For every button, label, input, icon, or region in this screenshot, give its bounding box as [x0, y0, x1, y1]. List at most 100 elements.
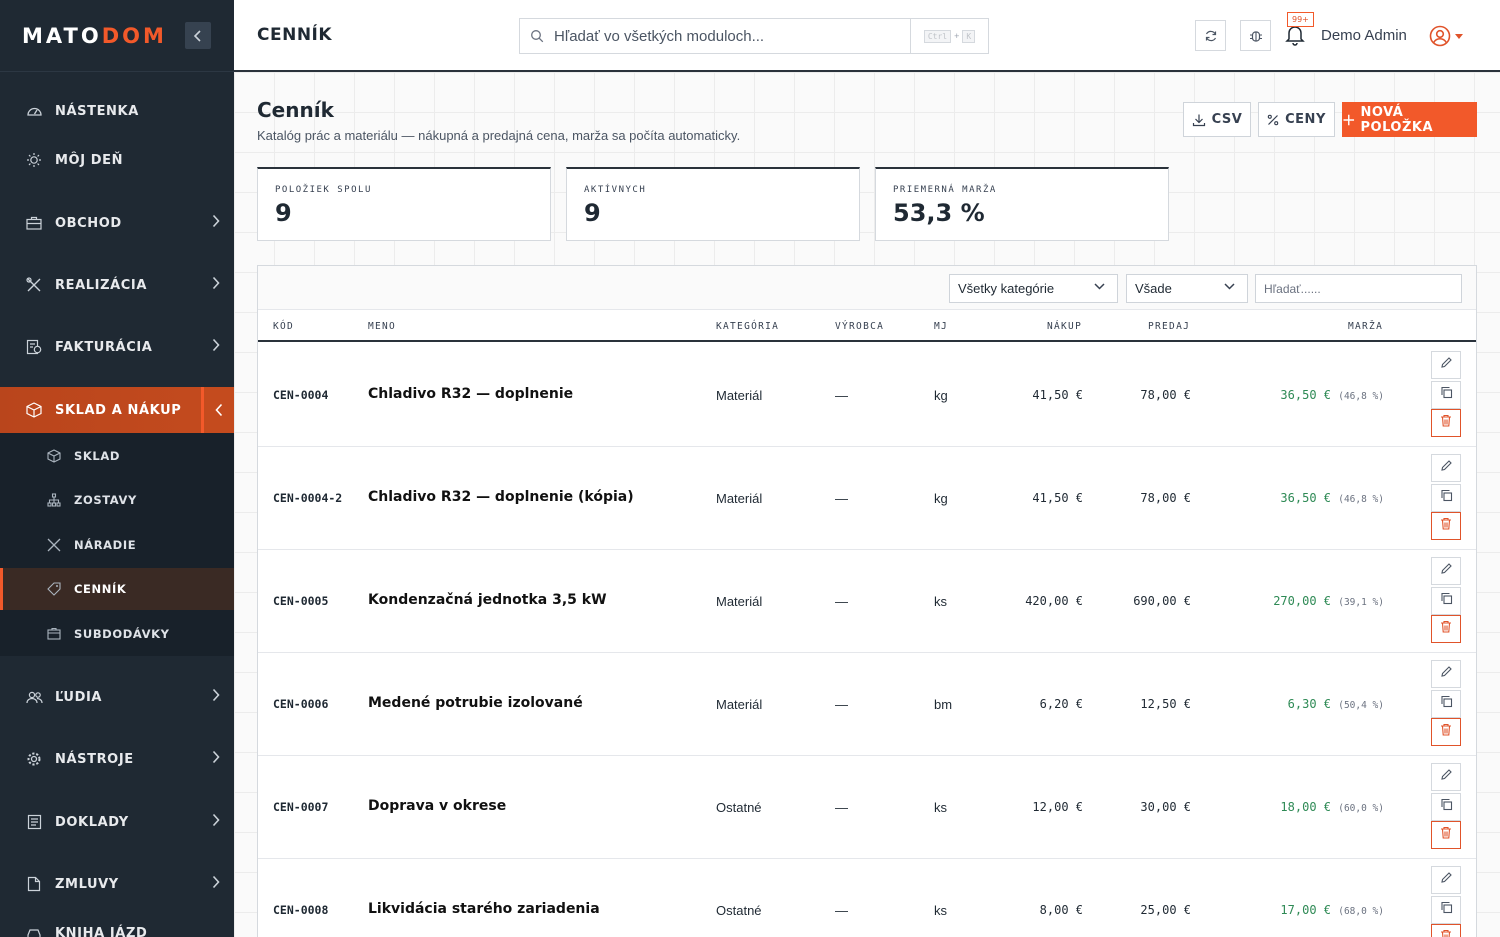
cell-name[interactable]: Kondenzačná jednotka 3,5 kW	[368, 592, 607, 608]
main-content: Cenník Katalóg prác a materiálu — nákupn…	[234, 72, 1500, 937]
sidebar-item-doklady[interactable]: Doklady	[0, 799, 234, 845]
delete-button[interactable]	[1431, 821, 1461, 849]
stat-card-avg-margin: Priemerná marža 53,3 %	[875, 167, 1169, 241]
cell-name[interactable]: Chladivo R32 — doplnenie (kópia)	[368, 489, 634, 505]
column-header-maker[interactable]: Výrobca	[835, 321, 884, 332]
notifications-button[interactable]	[1285, 24, 1305, 51]
delete-button[interactable]	[1431, 512, 1461, 540]
sidebar-item-label: Ľudia	[55, 689, 103, 705]
people-icon	[25, 688, 43, 706]
cell-unit: ks	[934, 903, 947, 918]
chevron-right-icon	[212, 338, 220, 352]
column-header-sell[interactable]: Predaj	[1148, 321, 1190, 332]
table-row[interactable]: CEN-0006 Medené potrubie izolované Materiá…	[258, 653, 1476, 756]
user-menu-button[interactable]	[1429, 25, 1463, 47]
delete-button[interactable]	[1431, 718, 1461, 746]
chevron-down-icon	[1094, 283, 1105, 290]
duplicate-button[interactable]	[1431, 793, 1461, 821]
column-header-code[interactable]: Kód	[273, 321, 294, 332]
margin-percent: (60,0 %)	[1338, 803, 1384, 814]
sidebar-item-sklad-a-nakup[interactable]: Sklad a nákup	[0, 387, 234, 433]
new-item-button[interactable]: Nová položka	[1342, 102, 1477, 137]
duplicate-button[interactable]	[1431, 484, 1461, 512]
user-name[interactable]: Demo Admin	[1321, 27, 1407, 44]
bug-report-button[interactable]	[1240, 20, 1271, 51]
table-row[interactable]: CEN-0007 Doprava v okrese Ostatné — ks 12,00 …	[258, 756, 1476, 859]
cell-buy: 8,00 €	[1039, 903, 1083, 917]
sidebar-item-realizacia[interactable]: Realizácia	[0, 262, 234, 308]
cell-maker: —	[835, 388, 848, 403]
margin-percent: (46,8 %)	[1338, 494, 1384, 505]
cell-name[interactable]: Chladivo R32 — doplnenie	[368, 386, 573, 402]
sidebar-item-kniha-jazd[interactable]: Kniha jázd	[0, 910, 234, 937]
submenu-item-naradie[interactable]: Náradie	[0, 524, 234, 566]
edit-button[interactable]	[1431, 660, 1461, 688]
stat-card-active: Aktívnych 9	[566, 167, 860, 241]
sidebar-item-nastenka[interactable]: Nástenka	[0, 88, 234, 134]
cell-buy: 420,00 €	[1025, 594, 1083, 608]
category-filter-select[interactable]: Všetky kategórie	[949, 274, 1118, 303]
global-search-input[interactable]	[554, 27, 909, 45]
duplicate-button[interactable]	[1431, 381, 1461, 409]
column-header-name[interactable]: Meno	[368, 321, 396, 332]
table-row[interactable]: CEN-0008 Likvidácia starého zariadenia Ost…	[258, 859, 1476, 937]
table-row[interactable]: CEN-0004-2 Chladivo R32 — doplnenie (kópi…	[258, 447, 1476, 550]
column-header-unit[interactable]: MJ	[934, 321, 948, 332]
pencil-icon	[1440, 459, 1453, 477]
kbd-plus: +	[954, 31, 960, 41]
edit-button[interactable]	[1431, 866, 1461, 894]
sidebar-item-nastroje[interactable]: Nástroje	[0, 736, 234, 782]
sidebar-item-obchod[interactable]: Obchod	[0, 200, 234, 246]
column-header-buy[interactable]: Nákup	[1047, 321, 1082, 332]
chevron-right-icon	[212, 813, 220, 827]
scope-filter-select[interactable]: Všade	[1126, 274, 1248, 303]
table-search-input[interactable]	[1255, 274, 1462, 303]
duplicate-button[interactable]	[1431, 896, 1461, 924]
edit-button[interactable]	[1431, 351, 1461, 379]
table-row[interactable]: CEN-0005 Kondenzačná jednotka 3,5 kW Mater…	[258, 550, 1476, 653]
sidebar: MATODOM Nástenka Môj deň Obchod Realizác…	[0, 0, 234, 937]
submenu-item-label: Zostavy	[74, 493, 137, 507]
export-csv-button[interactable]: CSV	[1183, 102, 1251, 137]
logo-bar: MATODOM	[0, 0, 234, 72]
delete-button[interactable]	[1431, 409, 1461, 437]
sidebar-collapse-button[interactable]	[185, 22, 211, 49]
cell-name[interactable]: Medené potrubie izolované	[368, 695, 583, 711]
submenu-item-sklad[interactable]: Sklad	[0, 435, 234, 477]
page-title-header: Cenník	[257, 25, 333, 45]
submenu-item-subdodavky[interactable]: Subdodávky	[0, 613, 234, 655]
duplicate-button[interactable]	[1431, 690, 1461, 718]
sidebar-item-zmluvy[interactable]: Zmluvy	[0, 861, 234, 907]
duplicate-button[interactable]	[1431, 587, 1461, 615]
sidebar-item-ludia[interactable]: Ľudia	[0, 674, 234, 720]
cell-sell: 78,00 €	[1140, 491, 1191, 505]
submenu-item-zostavy[interactable]: Zostavy	[0, 479, 234, 521]
delete-button[interactable]	[1431, 615, 1461, 643]
submenu-item-cennik[interactable]: Cenník	[0, 568, 234, 610]
global-search[interactable]: Ctrl + K	[519, 18, 989, 54]
column-header-category[interactable]: Kategória	[716, 321, 779, 332]
submenu-item-label: Náradie	[74, 538, 137, 552]
edit-button[interactable]	[1431, 763, 1461, 791]
sidebar-item-label: Sklad a nákup	[55, 402, 182, 418]
copy-icon	[1440, 798, 1453, 816]
cell-name[interactable]: Doprava v okrese	[368, 798, 506, 814]
edit-button[interactable]	[1431, 557, 1461, 585]
delete-button[interactable]	[1431, 924, 1461, 937]
logo[interactable]: MATODOM	[22, 24, 167, 48]
cell-code: CEN-0008	[273, 903, 329, 917]
refresh-button[interactable]	[1195, 20, 1226, 51]
sidebar-item-moj-den[interactable]: Môj deň	[0, 137, 234, 183]
table-row[interactable]: CEN-0004 Chladivo R32 — doplnenie Materiál…	[258, 344, 1476, 447]
column-header-margin[interactable]: Marža	[1348, 321, 1383, 332]
cell-maker: —	[835, 491, 848, 506]
invoice-icon	[25, 338, 43, 356]
cell-name[interactable]: Likvidácia starého zariadenia	[368, 901, 600, 917]
sidebar-item-fakturacia[interactable]: Fakturácia	[0, 324, 234, 370]
edit-button[interactable]	[1431, 454, 1461, 482]
cell-unit: kg	[934, 491, 948, 506]
tools-icon	[25, 276, 43, 294]
submenu-toggle[interactable]	[201, 387, 234, 433]
bulk-prices-button[interactable]: Ceny	[1258, 102, 1335, 137]
chevron-left-icon	[193, 29, 201, 42]
